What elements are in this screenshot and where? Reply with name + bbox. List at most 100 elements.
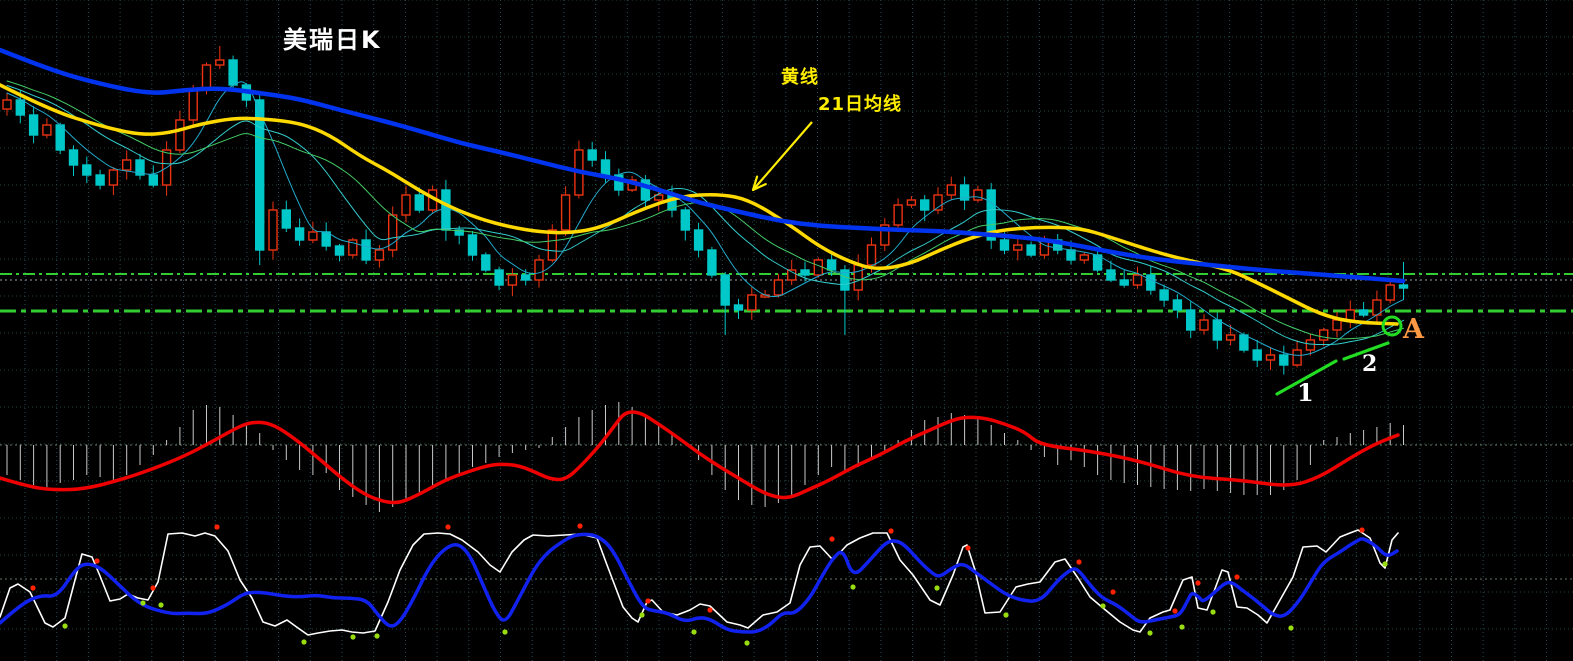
- candle-down: [95, 174, 105, 186]
- candle-up: [1305, 339, 1316, 351]
- candle-down: [1172, 299, 1183, 311]
- candle-up: [401, 194, 411, 216]
- candle-down: [467, 234, 478, 256]
- candle-up: [866, 244, 877, 266]
- candle-down: [1106, 269, 1116, 281]
- candle-down: [1398, 284, 1409, 289]
- buy-signal-dot: [158, 602, 164, 608]
- candle-down: [800, 269, 810, 276]
- candle-up: [1199, 319, 1209, 331]
- sell-signal-dot: [94, 558, 100, 564]
- candle-up: [893, 204, 903, 226]
- candle-down: [720, 274, 730, 306]
- segment-2-label: 2: [1362, 351, 1378, 377]
- candle-down: [587, 149, 597, 161]
- candle-up: [534, 259, 544, 281]
- sell-signal-dot: [707, 607, 713, 613]
- candle-down: [254, 99, 265, 251]
- candle-down: [1146, 274, 1156, 291]
- candle-up: [1079, 254, 1090, 261]
- buy-signal-dot: [1382, 561, 1388, 567]
- candle-up: [946, 184, 956, 196]
- candle-down: [1212, 319, 1223, 341]
- candle-down: [680, 209, 690, 231]
- candle-up: [2, 99, 12, 110]
- candle-down: [1066, 249, 1076, 261]
- buy-signal-dot: [639, 612, 645, 618]
- candle-up: [1013, 244, 1023, 251]
- candle-down: [1252, 349, 1262, 361]
- sell-signal-dot: [829, 536, 835, 542]
- candle-up: [42, 124, 52, 136]
- candle-up: [813, 259, 823, 276]
- buy-signal-dot: [691, 629, 697, 635]
- buy-signal-dot: [934, 585, 940, 591]
- sell-signal-dot: [888, 528, 894, 534]
- annotations: [751, 121, 1403, 396]
- candle-down: [1119, 279, 1129, 286]
- buy-signal-dot: [744, 640, 750, 646]
- yellow-line-sublabel: 21日均线: [818, 94, 903, 115]
- sell-signal-dot: [965, 545, 971, 551]
- candle-down: [361, 239, 371, 261]
- chart-window: 美瑞日K 黄线 21日均线 A 1 2: [0, 0, 1573, 661]
- candle-down: [707, 249, 717, 276]
- macd-pane: [0, 402, 1573, 512]
- candle-up: [1132, 274, 1143, 286]
- candle-down: [693, 229, 704, 251]
- candle-down: [733, 304, 744, 311]
- sell-signal-dot: [645, 598, 651, 604]
- candle-up: [201, 64, 212, 91]
- buy-signal-dot: [502, 629, 508, 635]
- buy-signal-dot: [374, 633, 380, 639]
- candle-up: [108, 169, 119, 186]
- candle-down: [441, 189, 451, 231]
- chart-title: 美瑞日K: [283, 26, 382, 54]
- buy-signal-dot: [1100, 603, 1106, 609]
- candle-up: [1345, 309, 1356, 321]
- sell-signal-dot: [445, 524, 451, 530]
- sell-signal-dot: [577, 523, 583, 529]
- candle-down: [600, 159, 611, 176]
- yellow-arrow: [752, 121, 813, 191]
- candle-up: [268, 209, 278, 251]
- candle-down: [1279, 354, 1289, 366]
- candle-up: [507, 274, 518, 286]
- buy-signal-dot: [1003, 612, 1009, 618]
- sell-signal-dot: [1172, 608, 1178, 614]
- candle-down: [334, 245, 345, 256]
- candle-up: [973, 189, 983, 201]
- stoch-pane: [0, 523, 1573, 646]
- candle-down: [15, 99, 25, 116]
- candle-up: [215, 59, 225, 66]
- candle-down: [1239, 334, 1249, 351]
- candle-up: [308, 231, 318, 241]
- candle-down: [521, 274, 531, 281]
- candle-down: [321, 231, 331, 247]
- buy-signal-dot: [62, 623, 68, 629]
- buy-signal-dot: [1147, 630, 1153, 636]
- candle-down: [999, 239, 1010, 251]
- buy-signal-dot: [350, 634, 356, 640]
- candle-down: [1358, 309, 1369, 316]
- candle-down: [494, 269, 504, 286]
- candle-up: [853, 264, 863, 291]
- candle-up: [1318, 329, 1329, 341]
- candle-down: [55, 124, 65, 151]
- chart-svg[interactable]: [0, 0, 1573, 661]
- buy-signal-dot: [850, 584, 856, 590]
- sell-signal-dot: [1234, 574, 1240, 580]
- buy-signal-dot: [1288, 625, 1294, 631]
- candle-up: [547, 229, 557, 261]
- buy-signal-dot: [1179, 624, 1185, 630]
- buy-signal-dot: [140, 600, 146, 606]
- candle-down: [294, 227, 305, 241]
- candle-up: [773, 279, 784, 296]
- candle-up: [1265, 354, 1276, 361]
- sell-signal-dot: [1110, 589, 1116, 595]
- sell-signal-dot: [1359, 527, 1365, 533]
- sell-signal-dot: [1195, 580, 1201, 586]
- sell-signal-dot: [30, 585, 36, 591]
- candle-up: [1385, 284, 1395, 301]
- candle-up: [747, 294, 757, 311]
